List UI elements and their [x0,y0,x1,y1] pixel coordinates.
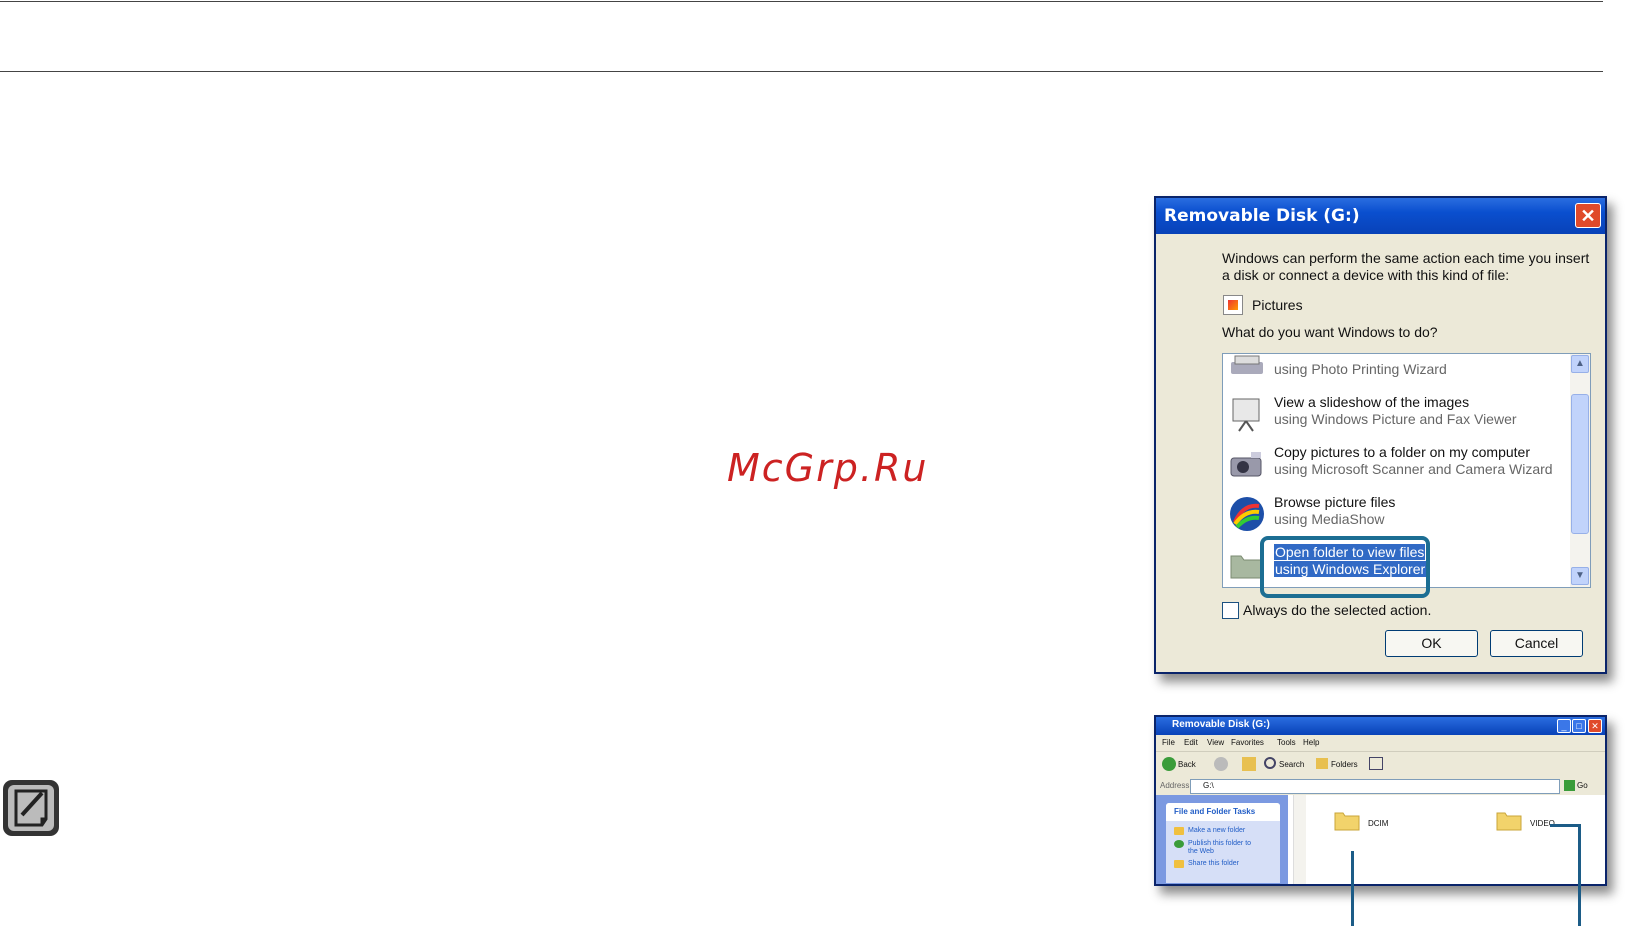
task-make-new-folder[interactable]: Make a new folder [1188,827,1245,834]
folders-icon[interactable] [1316,758,1328,769]
menu-view[interactable]: View [1207,738,1224,747]
watermark: McGrp.Ru [727,446,929,490]
callout-line-video-v [1578,824,1581,926]
scroll-thumb[interactable] [1571,394,1589,534]
autoplay-dialog: Removable Disk (G:) ✕ Windows can perfor… [1154,196,1607,674]
action-item-line2: using Microsoft Scanner and Camera Wizar… [1274,461,1553,477]
go-icon[interactable] [1564,780,1575,791]
scroll-down-button[interactable]: ▼ [1571,567,1589,585]
content-type-label: Pictures [1252,297,1303,313]
dialog-title: Removable Disk (G:) [1164,206,1360,226]
header-rule [0,71,1603,72]
action-item-line1: View a slideshow of the images [1274,394,1470,410]
action-item-line2: using Photo Printing Wizard [1274,361,1447,377]
mediashow-icon [1229,496,1265,532]
folder-icon[interactable] [1496,809,1522,831]
share-icon [1174,860,1184,868]
publish-icon [1174,840,1184,848]
task-share[interactable]: Share this folder [1188,860,1239,867]
action-item-line2: using MediaShow [1274,511,1385,527]
maximize-button[interactable]: □ [1572,719,1586,733]
intro-line-1: Windows can perform the same action each… [1222,250,1590,266]
action-item-line1: Copy pictures to a folder on my computer [1274,444,1531,460]
explorer-window: Removable Disk (G:) _ □ ✕ File Edit View… [1154,715,1607,886]
cancel-button[interactable]: Cancel [1490,630,1583,657]
task-publish-cont[interactable]: the Web [1188,848,1214,855]
printer-icon [1229,354,1265,382]
action-item-line1: Browse picture files [1274,494,1396,510]
search-button[interactable]: Search [1279,760,1304,769]
address-label: Address [1160,781,1190,790]
action-item-slideshow[interactable]: View a slideshow of the images using Win… [1223,388,1571,438]
task-pane-scrollbar[interactable] [1293,795,1306,884]
camera-icon [1229,446,1265,482]
always-checkbox[interactable] [1222,602,1239,619]
tasks-header[interactable]: File and Folder Tasks [1166,803,1280,821]
menu-help[interactable]: Help [1303,738,1319,747]
menu-tools[interactable]: Tools [1277,738,1296,747]
back-icon[interactable] [1162,757,1176,771]
back-button[interactable]: Back [1178,760,1196,769]
folder-icon[interactable] [1334,809,1360,831]
task-pane: File and Folder Tasks Make a new folder … [1156,795,1288,884]
menu-file[interactable]: File [1162,738,1175,747]
explorer-title: Removable Disk (G:) [1172,719,1270,730]
question-label: What do you want Windows to do? [1222,324,1438,340]
address-field[interactable]: G:\ [1190,779,1560,794]
callout-line-dcim [1351,851,1354,926]
dialog-title-bar: Removable Disk (G:) ✕ [1156,198,1605,234]
folder-label-dcim[interactable]: DCIM [1368,819,1388,828]
pictures-icon [1223,295,1243,315]
action-item-mediashow[interactable]: Browse picture files using MediaShow [1223,488,1571,538]
callout-line-video-h [1550,824,1581,827]
selection-highlight-ring [1260,536,1430,598]
folders-button[interactable]: Folders [1331,760,1358,769]
address-bar: Address G:\ Go [1156,777,1605,795]
action-item-copy[interactable]: Copy pictures to a folder on my computer… [1223,438,1571,488]
close-button[interactable]: ✕ [1575,203,1601,228]
task-publish[interactable]: Publish this folder to [1188,840,1251,847]
up-folder-icon[interactable] [1242,757,1256,771]
file-folder-tasks: File and Folder Tasks Make a new folder … [1166,803,1280,883]
go-button[interactable]: Go [1577,781,1588,790]
menu-favorites[interactable]: Favorites [1231,738,1264,747]
new-folder-icon [1174,827,1184,835]
action-item-print[interactable]: using Photo Printing Wizard [1223,354,1571,388]
menu-bar: File Edit View Favorites Tools Help [1156,735,1605,751]
ok-button[interactable]: OK [1385,630,1478,657]
search-icon[interactable] [1264,757,1276,769]
address-value: G:\ [1203,781,1214,790]
forward-icon[interactable] [1214,757,1228,771]
explorer-title-bar: Removable Disk (G:) _ □ ✕ [1156,717,1605,735]
top-rule [0,1,1603,2]
note-icon [3,780,59,836]
action-item-line2: using Windows Picture and Fax Viewer [1274,411,1517,427]
minimize-button[interactable]: _ [1557,719,1571,733]
views-icon[interactable] [1369,757,1383,770]
explorer-close-button[interactable]: ✕ [1588,719,1602,733]
menu-edit[interactable]: Edit [1184,738,1198,747]
always-label: Always do the selected action. [1243,602,1432,618]
list-scrollbar[interactable]: ▲ ▼ [1570,354,1590,587]
projector-screen-icon [1229,396,1265,432]
explorer-toolbar: Back Search Folders [1156,751,1605,778]
scroll-up-button[interactable]: ▲ [1571,355,1589,373]
intro-line-2: a disk or connect a device with this kin… [1222,267,1510,283]
